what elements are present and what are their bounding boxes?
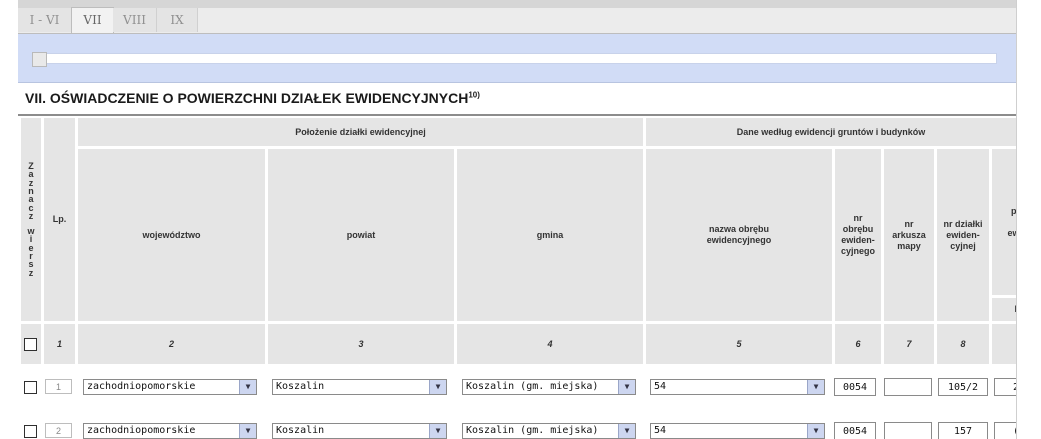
- nr-arkusza-header: nr arkusza mapy: [884, 149, 934, 321]
- wojewodztwo-select[interactable]: zachodniopomorskie ▼: [83, 423, 257, 439]
- tab-bar: I - VI VII VIII IX: [18, 7, 1016, 34]
- obreb-select[interactable]: 54 ▼: [650, 423, 825, 439]
- nr-obrebu-header: nr obrębu ewiden-cyjnego: [835, 149, 881, 321]
- chevron-down-icon: ▼: [239, 424, 256, 438]
- progress-bar[interactable]: [32, 52, 997, 67]
- gmina-select[interactable]: Koszalin (gm. miejska) ▼: [462, 423, 636, 439]
- select-all-cell: [21, 324, 41, 364]
- tab-vii[interactable]: VII: [71, 7, 114, 33]
- select-row-header: Zaznaczwiersz: [21, 118, 41, 321]
- column-number: 8: [937, 324, 989, 364]
- area-header-cut: pocewi: [992, 149, 1016, 295]
- powiat-header: powiat: [268, 149, 454, 321]
- row-select-checkbox[interactable]: [24, 425, 37, 438]
- chevron-down-icon: ▼: [807, 424, 824, 438]
- nr-dzialki-header: nr działki ewiden-cyjnej: [937, 149, 989, 321]
- row-lp: 2: [45, 423, 72, 438]
- area-input-cut[interactable]: (: [994, 422, 1016, 439]
- column-number-cut: [992, 324, 1016, 364]
- column-number: 3: [268, 324, 454, 364]
- area-input-cut[interactable]: 2: [994, 378, 1016, 396]
- column-number: 4: [457, 324, 643, 364]
- nr-obrebu-input[interactable]: 0054: [834, 422, 876, 439]
- chevron-down-icon: ▼: [429, 424, 446, 438]
- chevron-down-icon: ▼: [618, 380, 635, 394]
- chevron-down-icon: ▼: [618, 424, 635, 438]
- wojewodztwo-header: województwo: [78, 149, 265, 321]
- tab-viii[interactable]: VIII: [113, 8, 157, 32]
- registry-group-header: Dane według ewidencji gruntów i budynków: [646, 118, 1016, 146]
- lp-header: Lp.: [44, 118, 75, 321]
- section-title: VII. OŚWIADCZENIE O POWIERZCHNI DZIAŁEK …: [25, 90, 480, 106]
- section-header: VII. OŚWIADCZENIE O POWIERZCHNI DZIAŁEK …: [18, 84, 1016, 116]
- column-number: 7: [884, 324, 934, 364]
- progress-handle[interactable]: [32, 52, 47, 67]
- powiat-select[interactable]: Koszalin ▼: [272, 423, 447, 439]
- window-right-edge: [1016, 0, 1041, 439]
- nazwa-obrebu-header: nazwa obrębu ewidencyjnego: [646, 149, 832, 321]
- select-all-checkbox[interactable]: [24, 338, 37, 351]
- tab-ix[interactable]: IX: [157, 8, 198, 32]
- footnote-marker: 10): [468, 90, 480, 100]
- column-number: 5: [646, 324, 832, 364]
- chevron-down-icon: ▼: [429, 380, 446, 394]
- plots-table: Zaznaczwiersz Lp. Położenie działki ewid…: [18, 116, 1016, 439]
- column-number: 6: [835, 324, 881, 364]
- wojewodztwo-select[interactable]: zachodniopomorskie ▼: [83, 379, 257, 395]
- area-subheader-cut: h: [992, 298, 1016, 321]
- obreb-select[interactable]: 54 ▼: [650, 379, 825, 395]
- powiat-select[interactable]: Koszalin ▼: [272, 379, 447, 395]
- nr-dzialki-input[interactable]: 105/2: [938, 378, 988, 396]
- location-group-header: Położenie działki ewidencyjnej: [78, 118, 643, 146]
- progress-panel: [18, 34, 1016, 83]
- nr-dzialki-input[interactable]: 157: [938, 422, 988, 439]
- column-number: 2: [78, 324, 265, 364]
- nr-arkusza-input[interactable]: [884, 378, 932, 396]
- nr-arkusza-input[interactable]: [884, 422, 932, 439]
- row-lp: 1: [45, 379, 72, 394]
- gmina-header: gmina: [457, 149, 643, 321]
- row-select-checkbox[interactable]: [24, 381, 37, 394]
- tab-i-vi[interactable]: I - VI: [18, 8, 72, 32]
- nr-obrebu-input[interactable]: 0054: [834, 378, 876, 396]
- chevron-down-icon: ▼: [239, 380, 256, 394]
- chevron-down-icon: ▼: [807, 380, 824, 394]
- gmina-select[interactable]: Koszalin (gm. miejska) ▼: [462, 379, 636, 395]
- column-number: 1: [44, 324, 75, 364]
